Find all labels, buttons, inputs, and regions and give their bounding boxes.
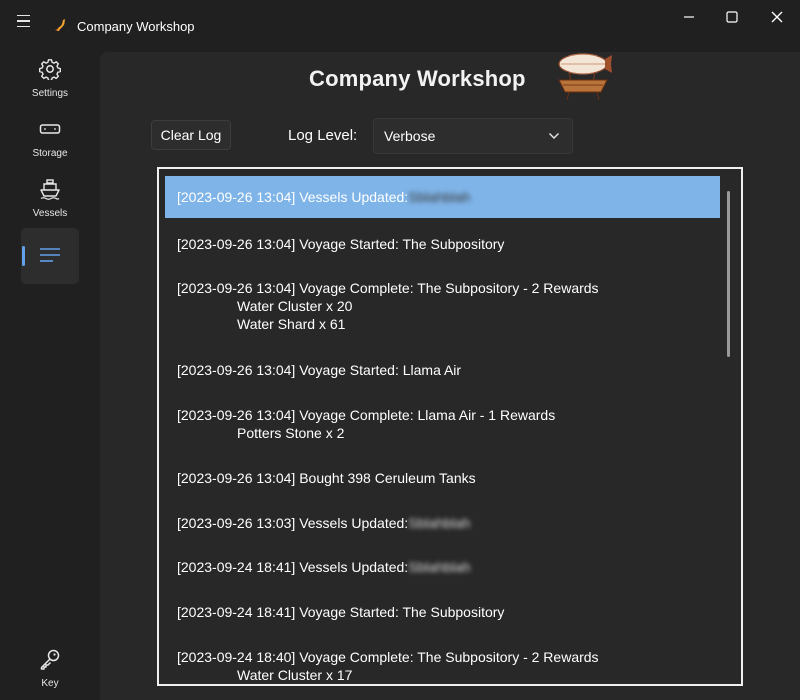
storage-icon (39, 118, 61, 140)
reward-detail: Potters Stone x 2 (237, 425, 345, 441)
log-entry[interactable]: [2023-09-24 18:40] Voyage Complete: The … (165, 648, 720, 684)
log-level-label: Log Level: (288, 127, 358, 144)
window-title: Company Workshop (77, 19, 195, 34)
log-entry-text: [2023-09-24 18:41] Vessels Updated: (177, 559, 409, 575)
log-entry-text: [2023-09-26 13:04] Vessels Updated: (177, 189, 409, 205)
log-entry-text: [2023-09-26 13:04] Bought 398 Ceruleum T… (177, 470, 476, 486)
redacted-text: Sblahblah (408, 515, 471, 531)
log-entry[interactable]: [2023-09-26 13:04] Vessels Updated:Sblah… (165, 176, 720, 218)
maximize-button[interactable] (709, 0, 755, 34)
log-entry[interactable]: [2023-09-26 13:03] Vessels Updated:Sblah… (165, 514, 720, 532)
menu-icon[interactable] (11, 10, 37, 32)
log-entry[interactable]: [2023-09-26 13:04] Voyage Complete: The … (165, 279, 720, 333)
nav-label: Vessels (32, 208, 68, 219)
maximize-icon (726, 11, 738, 23)
minimize-icon (684, 16, 694, 18)
log-entry-text: [2023-09-26 13:03] Vessels Updated: (177, 515, 409, 531)
log-entry-text: [2023-09-26 13:04] Voyage Complete: The … (177, 280, 599, 296)
gear-icon (39, 58, 61, 80)
log-entry-text: [2023-09-26 13:04] Voyage Complete: Llam… (177, 407, 556, 423)
clear-log-button[interactable]: Clear Log (151, 120, 231, 150)
reward-detail: Water Shard x 61 (237, 316, 346, 332)
nav-item-log[interactable] (21, 228, 79, 284)
log-list[interactable]: [2023-09-26 13:04] Vessels Updated:Sblah… (157, 167, 743, 686)
scrollbar[interactable] (727, 191, 730, 357)
close-icon (771, 11, 783, 23)
log-entry-text: [2023-09-26 13:04] Voyage Started: Llama… (177, 362, 462, 378)
nav-item-storage[interactable]: Storage (21, 114, 79, 168)
reward-detail: Water Cluster x 17 (237, 667, 353, 683)
reward-detail: Water Cluster x 20 (237, 298, 353, 314)
nav-rail: Settings Storage Vessels Key (0, 52, 100, 700)
nav-label: Settings (31, 88, 69, 99)
content-panel: Company Workshop Clear Log Log Level: Ve… (100, 52, 800, 700)
log-entry-text: [2023-09-24 18:41] Voyage Started: The S… (177, 604, 505, 620)
log-lines-icon (39, 244, 61, 266)
nav-label: Storage (32, 148, 68, 159)
app-logo-icon (55, 19, 65, 31)
redacted-text: Sblahblah (408, 559, 471, 575)
page-title: Company Workshop (309, 66, 526, 91)
log-entry[interactable]: [2023-09-26 13:04] Voyage Started: The S… (165, 235, 720, 253)
log-level-select[interactable]: Verbose (373, 118, 573, 154)
log-level-value: Verbose (384, 128, 436, 144)
redacted-text: Sblahblah (408, 189, 471, 205)
log-entry[interactable]: [2023-09-26 13:04] Voyage Complete: Llam… (165, 406, 720, 442)
log-entry[interactable]: [2023-09-26 13:04] Voyage Started: Llama… (165, 361, 720, 379)
selection-indicator (22, 246, 25, 266)
title-bar: Company Workshop (0, 0, 800, 52)
log-entry[interactable]: [2023-09-24 18:41] Vessels Updated:Sblah… (165, 558, 720, 576)
key-icon (39, 648, 61, 670)
nav-item-key[interactable]: Key (21, 644, 79, 698)
nav-item-settings[interactable]: Settings (21, 54, 79, 108)
nav-item-vessels[interactable]: Vessels (21, 174, 79, 228)
log-entry[interactable]: [2023-09-26 13:04] Bought 398 Ceruleum T… (165, 469, 720, 487)
chevron-down-icon (549, 133, 559, 139)
log-entry-text: [2023-09-26 13:04] Voyage Started: The S… (177, 236, 505, 252)
nav-label: Key (41, 678, 59, 689)
log-entry-text: [2023-09-24 18:40] Voyage Complete: The … (177, 649, 599, 665)
ship-icon (39, 178, 61, 200)
minimize-button[interactable] (666, 0, 712, 34)
airship-icon (558, 53, 612, 101)
log-entry[interactable]: [2023-09-24 18:41] Voyage Started: The S… (165, 603, 720, 621)
close-button[interactable] (754, 0, 800, 34)
